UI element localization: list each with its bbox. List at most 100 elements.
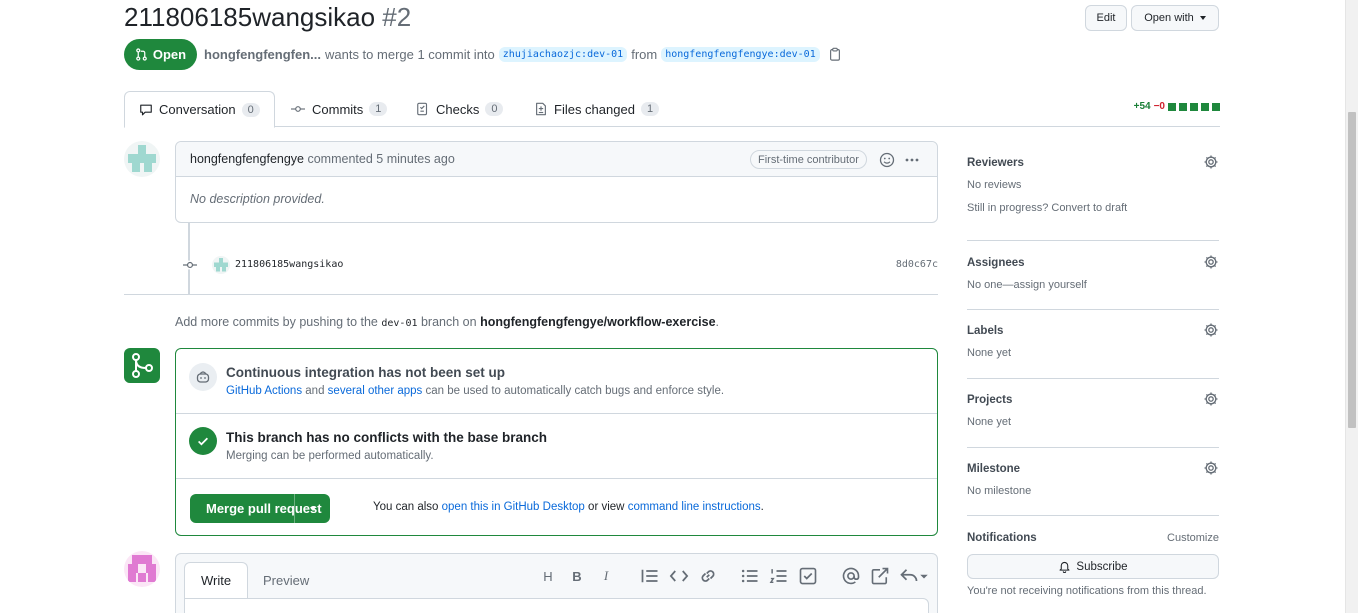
code-icon[interactable] [669, 566, 689, 586]
commit-icon [183, 260, 197, 270]
quote-icon[interactable] [640, 566, 660, 586]
cross-reference-icon[interactable] [870, 566, 890, 586]
comment-meta: hongfengfengfengye commented 5 minutes a… [190, 152, 455, 166]
italic-icon[interactable]: I [596, 566, 616, 586]
commit-sha-link[interactable]: 8d0c67c [896, 259, 938, 270]
bell-icon [1059, 561, 1070, 573]
write-tab-label: Write [201, 573, 232, 588]
ci-description: GitHub Actions and several other apps ca… [226, 385, 724, 397]
preview-tab-label: Preview [263, 572, 310, 588]
merge-alt-prefix: You can also [373, 501, 439, 513]
diffstat-block [1212, 102, 1220, 111]
open-with-button[interactable]: Open with [1131, 5, 1219, 31]
milestone-heading[interactable]: Milestone [967, 463, 1219, 475]
push-hint-prefix: Add more commits by pushing to the [175, 315, 378, 329]
tab-conversation[interactable]: Conversation 0 [124, 91, 275, 128]
edit-button[interactable]: Edit [1085, 5, 1127, 31]
gear-icon[interactable] [1203, 254, 1219, 270]
head-branch-link[interactable]: hongfengfengfengye:dev-01 [661, 46, 820, 62]
chevron-down-icon [309, 506, 316, 511]
avatar[interactable] [124, 551, 160, 587]
file-diff-icon [536, 102, 546, 116]
diffstat-additions: +54 [1133, 101, 1151, 112]
gear-icon[interactable] [1203, 322, 1219, 338]
gear-icon[interactable] [1203, 154, 1219, 170]
diffstat-deletions: −0 [1153, 101, 1165, 112]
bold-tool: B [572, 568, 582, 584]
merge-pull-request-button[interactable]: Merge pull request [190, 494, 330, 523]
conflict-title: This branch has no conflicts with the ba… [226, 430, 548, 445]
pr-state-badge: Open [124, 39, 197, 70]
reviewers-value: No reviews [967, 179, 1022, 191]
copy-icon[interactable] [828, 47, 842, 61]
ci-section: Continuous integration has not been set … [176, 349, 937, 414]
conflict-subtitle: Merging can be performed automatically. [226, 450, 434, 462]
pull-request-icon [136, 48, 147, 61]
tab-write[interactable]: Write [184, 562, 249, 598]
projects-heading[interactable]: Projects [967, 394, 1219, 406]
kebab-horizontal-icon[interactable] [904, 152, 920, 168]
smiley-icon[interactable] [879, 152, 895, 168]
tasklist-icon[interactable] [798, 566, 818, 586]
sidebar-divider [967, 515, 1219, 516]
gear-icon[interactable] [1203, 391, 1219, 407]
tab-label: Commits [312, 101, 364, 117]
other-apps-link[interactable]: several other apps [328, 385, 423, 397]
link-icon[interactable] [698, 566, 718, 586]
avatar[interactable] [212, 256, 230, 274]
robot-icon [189, 363, 217, 391]
diffstat-block [1190, 102, 1198, 111]
tab-commits[interactable]: Commits 1 [276, 91, 401, 127]
mention-icon[interactable] [841, 566, 861, 586]
pr-merge-text: wants to merge 1 commit into [324, 46, 495, 62]
tab-checks[interactable]: Checks 0 [402, 91, 517, 127]
reviewers-heading[interactable]: Reviewers [967, 157, 1219, 169]
comment-textarea[interactable] [184, 598, 929, 613]
comment-author-link[interactable]: hongfengfengfengye [190, 152, 304, 166]
pr-author-link[interactable]: hongfengfengfen... [204, 47, 321, 62]
conflict-section: This branch has no conflicts with the ba… [176, 414, 937, 479]
merge-alt-mid: or view [588, 501, 625, 513]
customize-link[interactable]: Customize [1167, 532, 1219, 544]
convert-to-draft-text[interactable]: Still in progress? Convert to draft [967, 202, 1219, 214]
milestone-value: No milestone [967, 485, 1032, 497]
chevron-down-icon [1199, 16, 1206, 20]
gear-icon[interactable] [1203, 460, 1219, 476]
reply-icon[interactable] [899, 566, 929, 586]
sidebar-divider [967, 378, 1219, 379]
push-hint: Add more commits by pushing to the dev-0… [175, 315, 719, 329]
github-actions-link[interactable]: GitHub Actions [226, 385, 302, 397]
command-line-link[interactable]: command line instructions [628, 501, 761, 513]
commit-message-link[interactable]: 211806185wangsikao [235, 259, 343, 270]
ci-rest-text: can be used to automatically catch bugs … [425, 385, 725, 397]
merge-options-dropdown[interactable] [294, 494, 330, 523]
sidebar-notifications: Notifications Customize [967, 532, 1219, 544]
comment-timestamp[interactable]: commented 5 minutes ago [307, 152, 454, 166]
open-desktop-link[interactable]: open this in GitHub Desktop [442, 501, 585, 513]
bold-icon[interactable]: B [567, 566, 587, 586]
unordered-list-icon[interactable] [740, 566, 760, 586]
sidebar-labels: Labels None yet [967, 322, 1219, 359]
pr-number: #2 [382, 2, 412, 32]
labels-heading[interactable]: Labels [967, 325, 1219, 337]
push-hint-middle: branch on [420, 315, 477, 329]
subscribe-button[interactable]: Subscribe [967, 554, 1219, 579]
assignees-value[interactable]: No one—assign yourself [967, 279, 1219, 291]
assignees-heading[interactable]: Assignees [967, 257, 1219, 269]
tab-files-changed[interactable]: Files changed 1 [520, 91, 673, 127]
sidebar-divider [967, 447, 1219, 448]
comment-body: No description provided. [190, 192, 325, 206]
merge-alternatives: You can also open this in GitHub Desktop… [373, 501, 764, 513]
ordered-list-icon[interactable] [769, 566, 789, 586]
first-time-contributor-badge: First-time contributor [750, 150, 867, 169]
tab-label: Checks [436, 101, 480, 117]
commit-icon [291, 106, 305, 112]
heading-icon[interactable]: H [538, 566, 558, 586]
avatar[interactable] [124, 141, 160, 177]
pr-meta-line: hongfengfengfen... wants to merge 1 comm… [204, 44, 842, 64]
scrollbar-thumb[interactable] [1348, 112, 1356, 428]
tab-preview[interactable]: Preview [247, 562, 325, 598]
tab-label: Conversation [159, 102, 236, 117]
sidebar-projects: Projects None yet [967, 391, 1219, 428]
base-branch-link[interactable]: zhujiachaozjc:dev-01 [498, 46, 628, 62]
